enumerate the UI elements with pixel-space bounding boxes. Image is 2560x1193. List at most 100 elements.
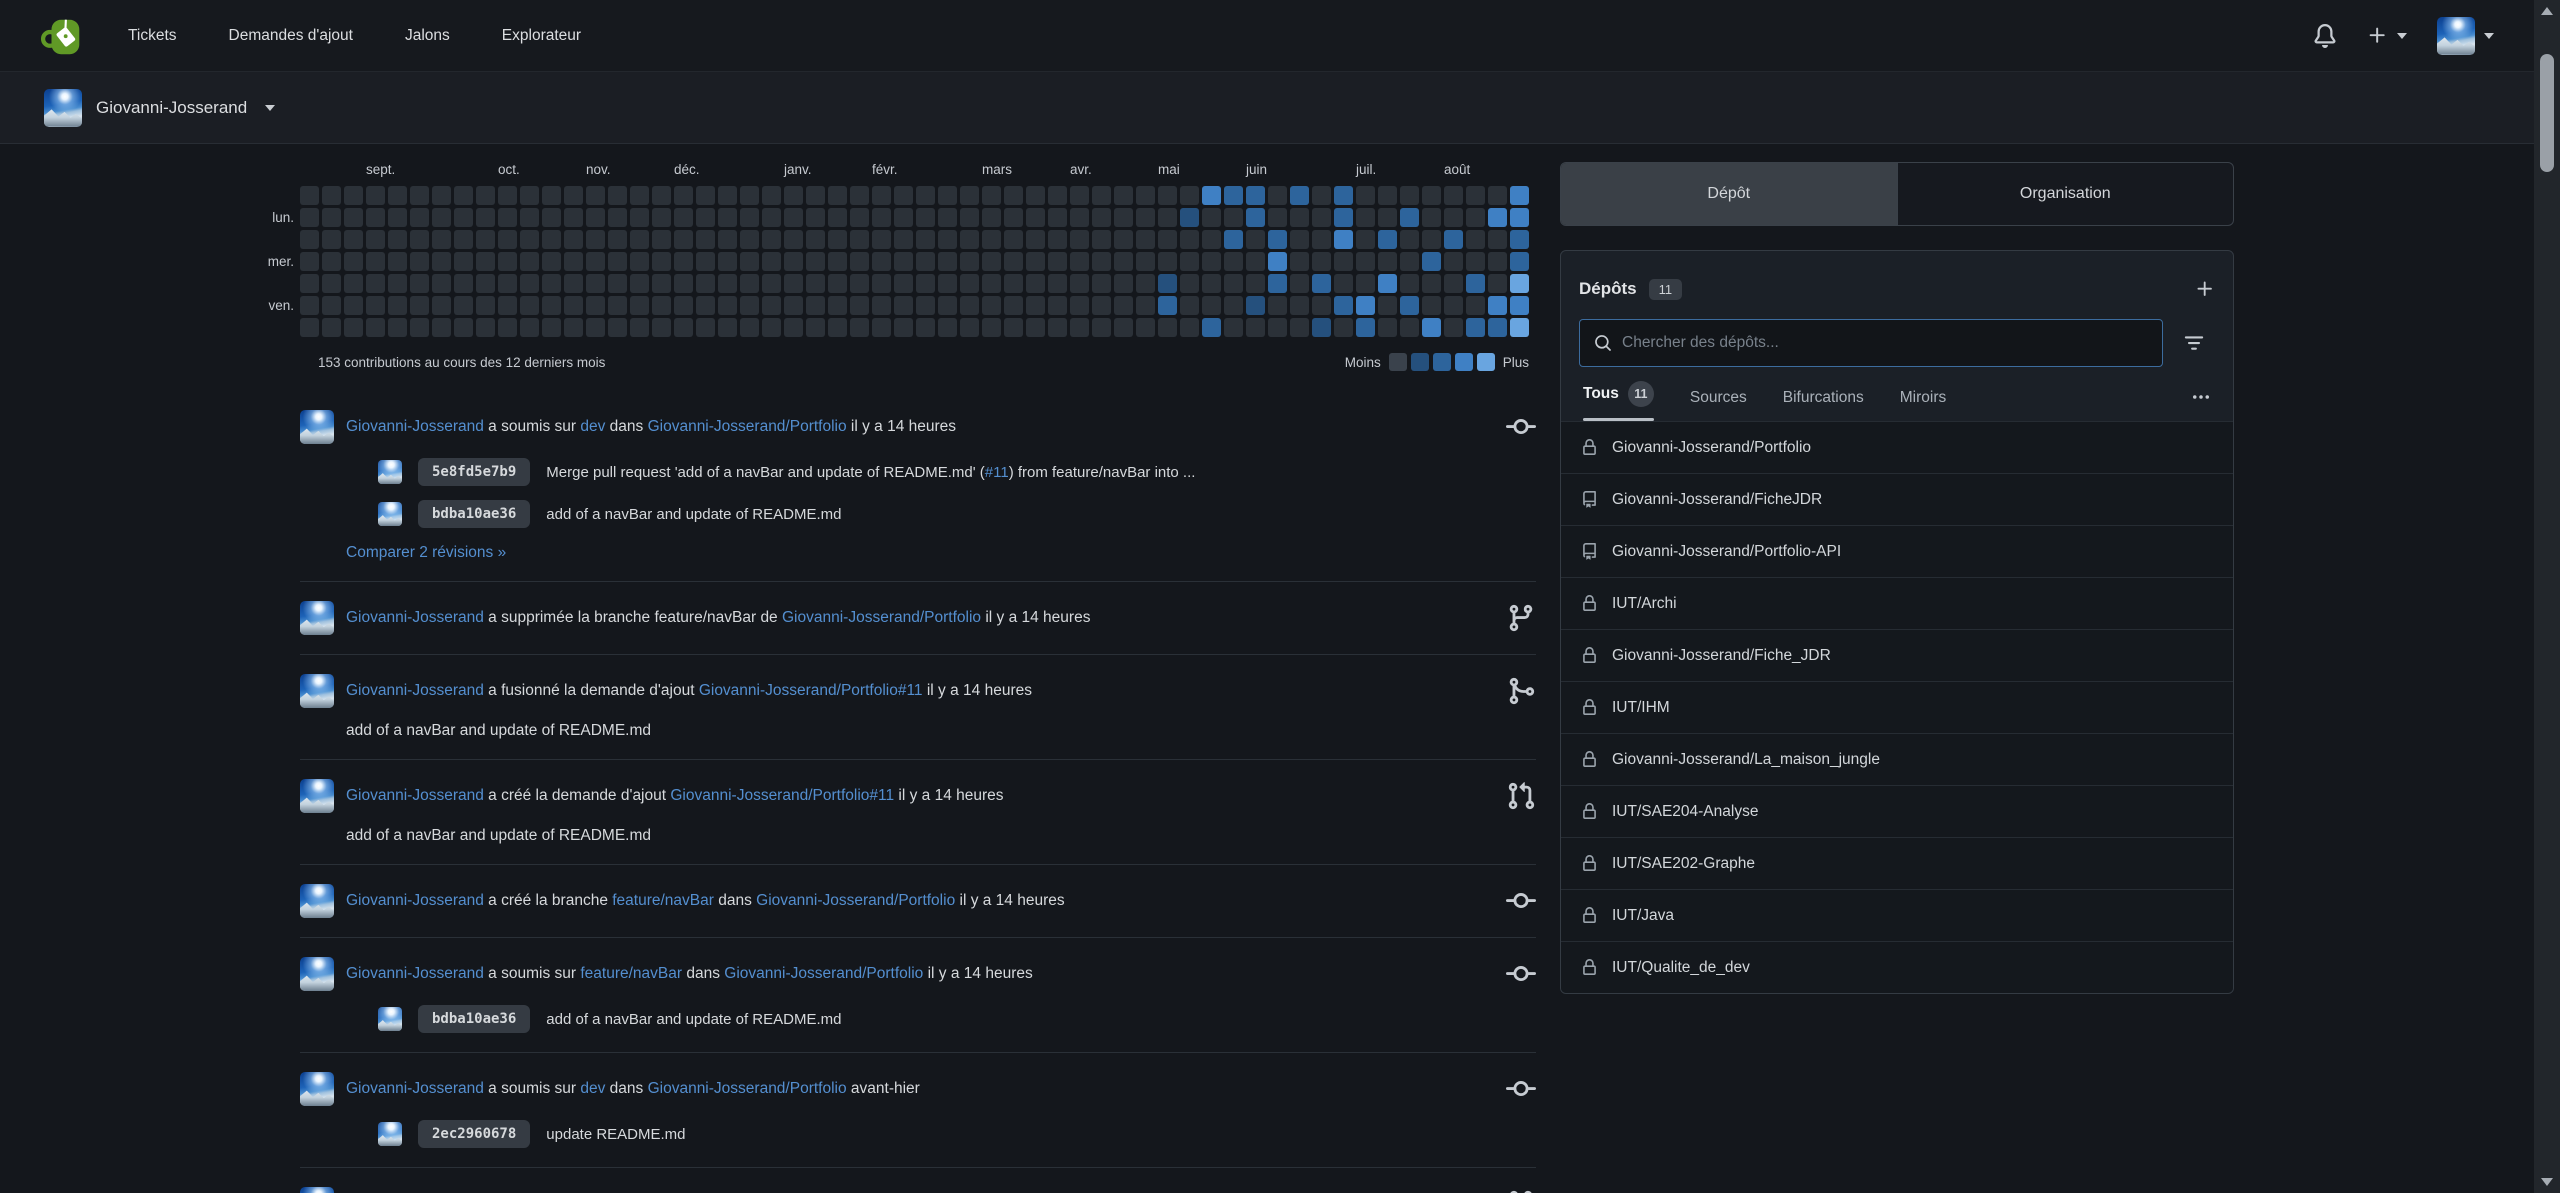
repo-row[interactable]: IUT/Java [1561, 889, 2233, 941]
actor-avatar[interactable] [300, 1187, 334, 1193]
repo-row[interactable]: Giovanni-Josserand/Fiche_JDR [1561, 629, 2233, 681]
heatmap-cell [938, 274, 957, 293]
feed-link[interactable]: Giovanni-Josserand [346, 965, 484, 982]
scroll-down-arrow-icon[interactable] [2541, 1178, 2553, 1186]
repo-search-input[interactable] [1622, 334, 2148, 352]
repo-filter-sources[interactable]: Sources [1690, 389, 1747, 421]
commit-link[interactable]: #11 [985, 464, 1009, 481]
heatmap-cell [1444, 186, 1463, 205]
actor-avatar[interactable] [300, 884, 334, 918]
gitea-logo-icon[interactable] [40, 13, 86, 59]
sidebar-tab-organisation[interactable]: Organisation [1897, 163, 2234, 225]
create-new-dropdown[interactable] [2367, 25, 2407, 46]
heatmap-cell [1158, 186, 1177, 205]
actor-avatar[interactable] [300, 779, 334, 813]
page-scrollbar[interactable] [2534, 0, 2560, 1193]
heatmap-cell [432, 186, 451, 205]
repo-row[interactable]: IUT/SAE202-Graphe [1561, 837, 2233, 889]
heatmap-cell [1048, 296, 1067, 315]
nav-item-explorateur[interactable]: Explorateur [502, 27, 581, 45]
heatmap-cell [1378, 186, 1397, 205]
feed-link[interactable]: feature/navBar [580, 965, 682, 982]
chevron-down-icon[interactable] [265, 105, 275, 111]
repo-row[interactable]: IUT/SAE204-Analyse [1561, 785, 2233, 837]
commit-sha-badge[interactable]: bdba10ae36 [418, 500, 530, 528]
scroll-up-arrow-icon[interactable] [2541, 7, 2553, 15]
commit-sha-badge[interactable]: 2ec2960678 [418, 1120, 530, 1148]
git-commit-icon [1506, 957, 1536, 989]
feed-link[interactable]: Giovanni-Josserand/Portfolio [648, 1080, 847, 1097]
nav-item-jalons[interactable]: Jalons [405, 27, 450, 45]
feed-link[interactable]: Giovanni-Josserand/Portfolio [756, 892, 955, 909]
repo-row[interactable]: Giovanni-Josserand/Portfolio-API [1561, 525, 2233, 577]
repo-row[interactable]: Giovanni-Josserand/La_maison_jungle [1561, 733, 2233, 785]
repo-filter-bifurcations[interactable]: Bifurcations [1783, 389, 1864, 421]
actor-avatar[interactable] [300, 957, 334, 991]
nav-item-tickets[interactable]: Tickets [128, 27, 177, 45]
nav-item-demandes-d-ajout[interactable]: Demandes d'ajout [229, 27, 353, 45]
contribution-summary: 153 contributions au cours des 12 dernie… [318, 355, 605, 370]
repo-row[interactable]: IUT/IHM [1561, 681, 2233, 733]
repo-row[interactable]: Giovanni-Josserand/FicheJDR [1561, 473, 2233, 525]
heatmap-cell [1048, 208, 1067, 227]
feed-link[interactable]: Giovanni-Josserand/Portfolio#11 [670, 787, 894, 804]
lock-icon [1581, 647, 1598, 664]
new-repo-button[interactable] [2195, 279, 2215, 299]
heatmap-cell [1378, 252, 1397, 271]
heatmap-cell [432, 318, 451, 337]
actor-avatar[interactable] [300, 601, 334, 635]
heatmap-cell [432, 296, 451, 315]
commit-sha-badge[interactable]: bdba10ae36 [418, 1005, 530, 1033]
heatmap-cell [1224, 208, 1243, 227]
book-icon [1581, 543, 1598, 560]
repo-filter-label: Sources [1690, 389, 1747, 407]
heatmap-cell [1004, 274, 1023, 293]
actor-avatar[interactable] [300, 1072, 334, 1106]
heatmap-cell [894, 208, 913, 227]
feed-link[interactable]: Giovanni-Josserand [346, 418, 484, 435]
repo-filter-tous[interactable]: Tous11 [1583, 381, 1654, 421]
heatmap-cell [1422, 186, 1441, 205]
heatmap-cell [454, 274, 473, 293]
commit-sha-badge[interactable]: 5e8fd5e7b9 [418, 458, 530, 486]
repo-row[interactable]: Giovanni-Josserand/Portfolio [1561, 421, 2233, 473]
heatmap-cell [520, 274, 539, 293]
feed-link[interactable]: Giovanni-Josserand [346, 892, 484, 909]
feed-link[interactable]: Giovanni-Josserand [346, 787, 484, 804]
heatmap-cell [1114, 296, 1133, 315]
filter-icon[interactable] [2173, 322, 2215, 364]
repo-filter-miroirs[interactable]: Miroirs [1900, 389, 1947, 421]
actor-avatar[interactable] [300, 674, 334, 708]
feed-link[interactable]: dev [580, 1080, 605, 1097]
more-filters-icon[interactable] [2191, 387, 2211, 421]
heatmap-cell [1004, 186, 1023, 205]
feed-link[interactable]: Giovanni-Josserand/Portfolio [724, 965, 923, 982]
user-menu-dropdown[interactable] [2437, 17, 2494, 55]
git-merge-icon [1506, 674, 1536, 706]
heatmap-month-label: déc. [674, 162, 700, 177]
feed-link[interactable]: Giovanni-Josserand [346, 1080, 484, 1097]
heatmap-cell [1026, 296, 1045, 315]
heatmap-cell [564, 318, 583, 337]
book-icon [1581, 491, 1598, 508]
feed-link[interactable]: Giovanni-Josserand/Portfolio [648, 418, 847, 435]
heatmap-cell [1356, 252, 1375, 271]
notifications-bell-icon[interactable] [2313, 24, 2337, 48]
heatmap-cell [1488, 252, 1507, 271]
feed-link[interactable]: Giovanni-Josserand [346, 609, 484, 626]
feed-link[interactable]: Giovanni-Josserand/Portfolio#11 [699, 682, 923, 699]
sidebar-tab-d-p-t[interactable]: Dépôt [1561, 163, 1897, 225]
heatmap-cell [476, 208, 495, 227]
context-user-name[interactable]: Giovanni-Josserand [96, 98, 247, 118]
feed-link[interactable]: Giovanni-Josserand/Portfolio [782, 609, 981, 626]
feed-link[interactable]: dev [580, 418, 605, 435]
heatmap-cell [1246, 296, 1265, 315]
repo-row[interactable]: IUT/Archi [1561, 577, 2233, 629]
compare-revisions-link[interactable]: Comparer 2 révisions » [346, 544, 506, 561]
feed-link[interactable]: feature/navBar [612, 892, 714, 909]
repo-row[interactable]: IUT/Qualite_de_dev [1561, 941, 2233, 993]
scrollbar-thumb[interactable] [2540, 54, 2554, 172]
feed-link[interactable]: Giovanni-Josserand [346, 682, 484, 699]
heatmap-cell [1026, 208, 1045, 227]
actor-avatar[interactable] [300, 410, 334, 444]
